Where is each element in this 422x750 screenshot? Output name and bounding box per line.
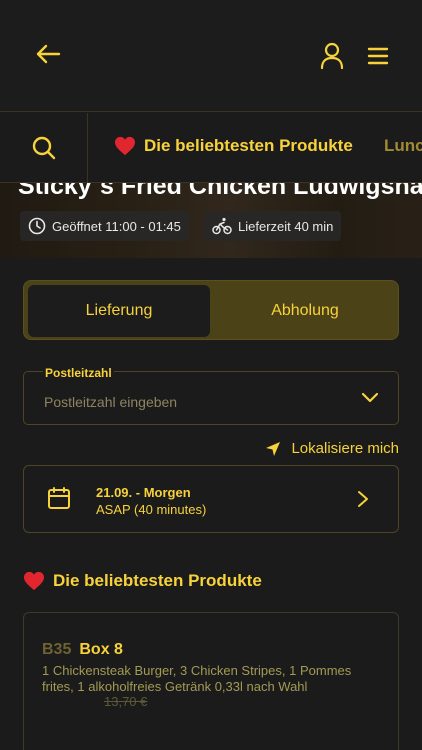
locate-me-button[interactable]: Lokalisiere mich (265, 440, 399, 457)
product-name: Box 8 (79, 641, 123, 658)
order-mode-toggle: Lieferung Abholung (23, 280, 399, 340)
zip-code-input[interactable] (44, 391, 344, 413)
product-description: 1 Chickensteak Burger, 3 Chicken Stripes… (42, 663, 352, 694)
product-old-price: 13,70 € (104, 694, 148, 709)
app-screen: Die beliebtesten Produkte Lunch Sticky´s… (0, 0, 422, 750)
hamburger-menu-icon (367, 47, 389, 65)
opening-hours-badge: Geöffnet 11:00 - 01:45 (20, 211, 189, 241)
order-content: Lieferung Abholung Postleitzahl Lokalisi… (0, 258, 422, 750)
chevron-right-icon (358, 491, 368, 507)
user-icon (320, 42, 344, 70)
product-code: B35 (42, 641, 72, 658)
delivery-date: 21.09. - Morgen (96, 485, 191, 500)
clock-icon (28, 217, 46, 235)
category-tab-label: Lunch (384, 136, 422, 155)
chevron-down-icon[interactable] (360, 390, 380, 404)
category-track: Die beliebtesten Produkte Lunch (88, 113, 422, 183)
heart-icon (24, 571, 44, 591)
delivery-time-selector[interactable]: 21.09. - Morgen ASAP (40 minutes) (23, 465, 399, 533)
delivery-time-badge: Lieferzeit 40 min (204, 211, 342, 241)
product-header: B35 Box 8 (42, 641, 123, 659)
category-tab-popular[interactable]: Die beliebtesten Produkte (114, 136, 353, 156)
delivery-option-button[interactable]: Lieferung (28, 285, 210, 337)
category-tab-lunch[interactable]: Lunch (384, 136, 422, 156)
menu-button[interactable] (358, 38, 398, 74)
popular-products-heading: Die beliebtesten Produkte (23, 571, 262, 591)
zip-code-field[interactable]: Postleitzahl (23, 366, 399, 425)
bicycle-courier-icon (212, 217, 232, 235)
delivery-slot: ASAP (40 minutes) (96, 502, 207, 517)
arrow-left-icon (36, 44, 61, 64)
product-card[interactable]: B35 Box 8 1 Chickensteak Burger, 3 Chicke… (23, 612, 399, 750)
delivery-time-text: Lieferzeit 40 min (238, 218, 334, 234)
pickup-option-button[interactable]: Abholung (214, 285, 396, 337)
opening-hours-text: Geöffnet 11:00 - 01:45 (52, 218, 181, 234)
locate-me-label: Lokalisiere mich (291, 440, 399, 457)
category-bar: Die beliebtesten Produkte Lunch (0, 113, 422, 183)
calendar-icon (48, 487, 70, 509)
top-header (0, 0, 422, 112)
account-button[interactable] (312, 38, 352, 74)
back-button[interactable] (28, 36, 68, 72)
section-title-text: Die beliebtesten Produkte (53, 571, 262, 590)
heart-icon (115, 136, 135, 156)
category-search-button[interactable] (0, 113, 88, 183)
category-tab-label: Die beliebtesten Produkte (144, 136, 353, 155)
zip-code-label: Postleitzahl (43, 366, 114, 380)
search-icon (32, 136, 55, 160)
location-arrow-icon (266, 441, 281, 456)
